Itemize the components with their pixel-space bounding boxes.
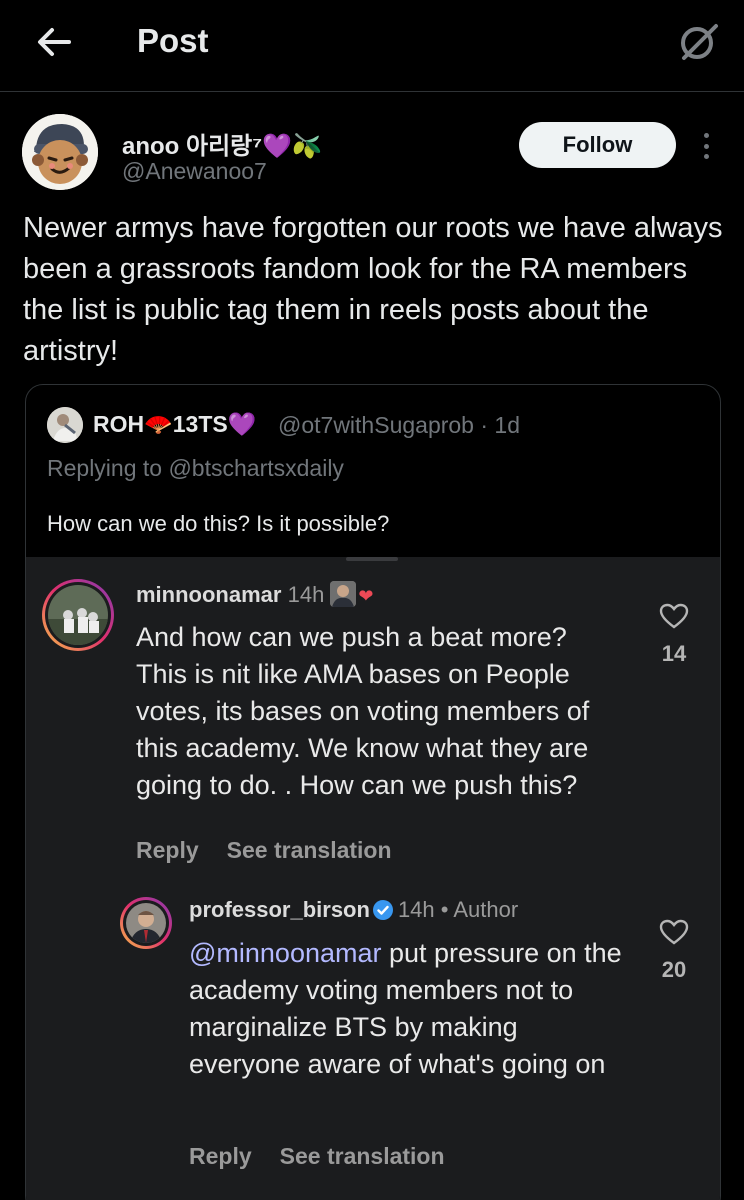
quoted-author-handle: @ot7withSugaprob · 1d: [278, 412, 520, 438]
author-handle[interactable]: @Anewanoo7: [122, 158, 267, 185]
back-button[interactable]: [34, 24, 74, 60]
more-dot-icon: [703, 143, 709, 149]
author-name-text: anoo 아리랑⁷: [122, 133, 263, 160]
see-translation-link[interactable]: See translation: [280, 1143, 445, 1169]
creator-mini-avatar: [330, 581, 357, 607]
creator-liked-heart-icon: ❤: [358, 585, 374, 606]
more-options-button[interactable]: [694, 130, 718, 162]
quoted-post-card[interactable]: ROH🪭13TS💜 @ot7withSugaprob · 1d Replying…: [25, 384, 721, 1200]
comment-actions: Reply See translation: [136, 837, 392, 864]
reply-link[interactable]: Reply: [136, 837, 199, 863]
quoted-author-avatar: [47, 407, 83, 443]
reply-actions: Reply See translation: [189, 1143, 445, 1170]
author-reply-avatar: [120, 897, 172, 949]
like-count: 14: [661, 641, 687, 666]
quoted-post-text: How can we do this? Is it possible?: [47, 511, 390, 536]
reply-link[interactable]: Reply: [189, 1143, 252, 1169]
quoted-image[interactable]: minnoonamar 14h ❤ And how can we push a b…: [26, 557, 720, 1200]
fan-emoji-icon: 🪭: [144, 411, 173, 437]
see-translation-link[interactable]: See translation: [227, 837, 392, 863]
page-title: Post: [137, 22, 209, 59]
commenter-avatar: [42, 579, 114, 651]
comment-header: minnoonamar 14h ❤: [136, 581, 373, 611]
like-count: 20: [661, 957, 687, 982]
grok-button[interactable]: [676, 20, 720, 64]
image-handle: [346, 557, 398, 561]
reply-time: 14h • Author: [397, 897, 519, 922]
quoted-author-name: ROH🪭13TS💜: [93, 411, 256, 438]
comment-body: And how can we push a beat more? This is…: [136, 622, 590, 800]
grok-icon: [681, 24, 718, 60]
replying-to: Replying to @btschartsxdaily: [47, 455, 344, 481]
reply-body: @minnoonamar put pressure on the academy…: [189, 935, 629, 1083]
author-emojis: 💜🫒: [262, 133, 322, 160]
top-bar: Post: [0, 0, 744, 92]
reply-mention[interactable]: @minnoonamar: [189, 938, 382, 968]
like-heart-icon[interactable]: [659, 919, 689, 945]
post-text: Newer armys have forgotten our roots we …: [23, 212, 723, 367]
follow-button[interactable]: Follow: [519, 122, 676, 168]
like-heart-icon[interactable]: [659, 603, 689, 629]
more-dot-icon: [703, 133, 709, 138]
author-display-name[interactable]: anoo 아리랑⁷💜🫒: [122, 126, 322, 161]
comment-time: 14h: [287, 581, 325, 607]
reply-header: professor_birson 14h • Author: [189, 897, 518, 924]
author-avatar[interactable]: [22, 114, 98, 190]
more-dot-icon: [703, 154, 709, 159]
comment-username: minnoonamar: [136, 581, 282, 607]
purple-heart-emoji-icon: 💜: [227, 411, 257, 437]
reply-username: professor_birson: [189, 897, 370, 922]
verified-badge-icon: [372, 899, 393, 920]
arrow-left-icon: [38, 28, 71, 56]
quoted-name-prefix: ROH: [93, 411, 145, 437]
quoted-name-suffix: 13TS: [172, 411, 228, 437]
